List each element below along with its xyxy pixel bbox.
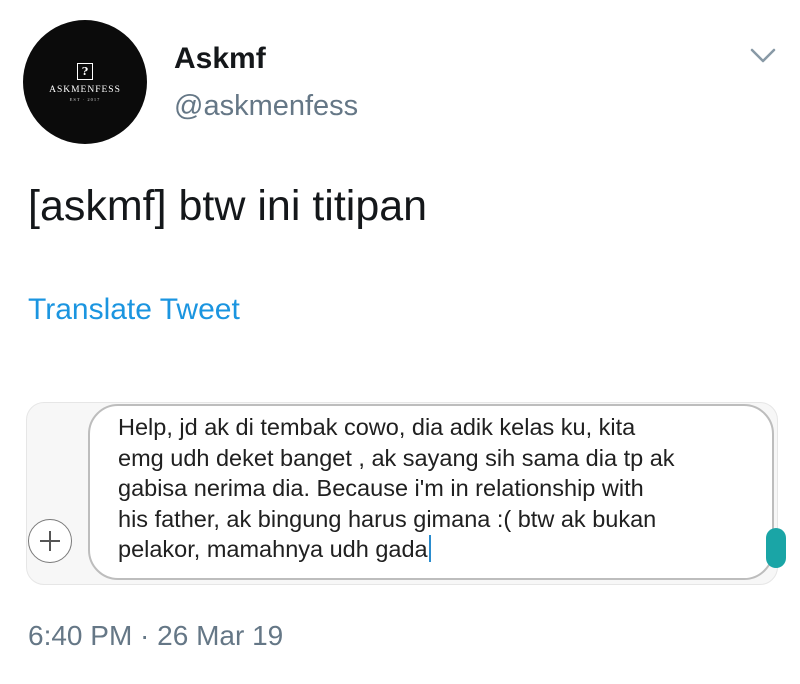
user-handle[interactable]: @askmenfess [174,90,358,123]
plus-icon [28,519,72,563]
message-line: pelakor, mamahnya udh gada [118,536,428,562]
question-mark-icon: ? [77,62,93,80]
message-line: emg udh deket banget , ak sayang sih sam… [118,444,675,471]
message-line: his father, ak bingung harus gimana :( b… [118,505,657,532]
avatar-brand-text: ASKMENFESS [49,84,121,95]
message-text: Help, jd ak di tembak cowo, dia adik kel… [118,412,758,565]
message-line: Help, jd ak di tembak cowo, dia adik kel… [118,414,636,440]
avatar[interactable]: ? ASKMENFESS EST · 2017 [23,20,147,144]
tweet-text: [askmf] btw ini titipan [28,182,428,230]
translate-tweet-link[interactable]: Translate Tweet [28,293,240,327]
chevron-down-icon[interactable] [748,44,778,66]
display-name[interactable]: Askmf [174,42,266,76]
text-caret [428,535,431,562]
avatar-tagline: EST · 2017 [69,96,101,102]
tweet-timestamp[interactable]: 6:40 PM · 26 Mar 19 [28,620,283,652]
message-line: gabisa nerima dia. Because i'm in relati… [118,475,644,501]
send-button-edge [766,528,786,568]
